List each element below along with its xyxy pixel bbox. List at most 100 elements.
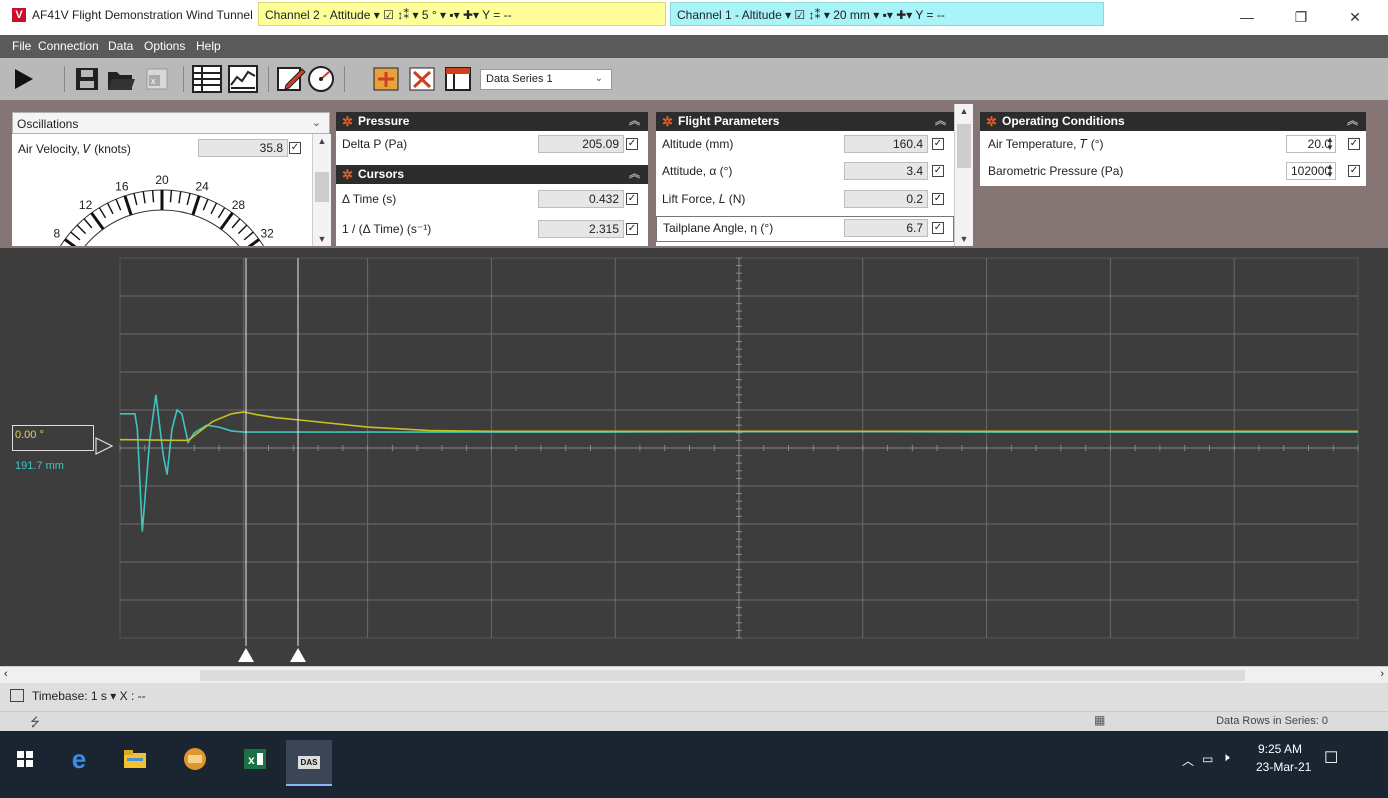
- menu-file[interactable]: File: [12, 39, 31, 53]
- gauge-tick-label: 8: [53, 227, 60, 241]
- chart-view-icon[interactable]: [228, 64, 258, 94]
- scroll-right-icon[interactable]: ›: [1380, 668, 1384, 680]
- tailplane-angle-label: Tailplane Angle, η (°): [663, 221, 774, 235]
- scroll-up-icon[interactable]: ▲: [955, 106, 973, 116]
- pressure-header[interactable]: ✲ Pressure ︽: [336, 112, 648, 131]
- scroll-up-icon[interactable]: ▲: [313, 136, 331, 146]
- svg-text:x: x: [248, 753, 255, 767]
- scroll-down-icon[interactable]: ▼: [955, 234, 973, 244]
- scroll-down-icon[interactable]: ▼: [313, 234, 331, 244]
- add-cursor-icon[interactable]: [372, 64, 402, 94]
- gauge-tick: [70, 231, 81, 241]
- windows-start-icon[interactable]: [10, 744, 40, 774]
- barometric-pressure-checkbox[interactable]: ✓: [1348, 165, 1360, 177]
- data-series-select-value: Data Series 1: [486, 73, 553, 85]
- calculator-icon[interactable]: ▦: [1094, 713, 1105, 727]
- channel-bar: [0, 683, 1388, 711]
- cursor-readout-attitude: 0.00 °: [15, 429, 44, 441]
- menu-connection[interactable]: Connection: [38, 39, 99, 53]
- collapse-icon[interactable]: ︽: [1347, 112, 1358, 131]
- channel-1-control[interactable]: Channel 1 - Altitude ▾ ☑ ↕⁑ ▾ 20 mm ▾ ▪▾…: [670, 2, 1104, 26]
- inverse-time-checkbox[interactable]: ✓: [626, 223, 638, 235]
- play-icon[interactable]: [8, 64, 38, 94]
- edit-chart-icon[interactable]: [276, 64, 306, 94]
- spinner-icon[interactable]: ▲ ▼: [1326, 163, 1334, 179]
- file-explorer-icon[interactable]: [120, 744, 150, 774]
- gear-icon: ✲: [342, 167, 353, 182]
- scroll-thumb[interactable]: [315, 172, 329, 202]
- spinner-icon[interactable]: ▲ ▼: [1326, 136, 1334, 152]
- gauge-tick: [123, 195, 133, 216]
- gauge-tick: [237, 224, 248, 235]
- cursors-header[interactable]: ✲ Cursors ︽: [336, 165, 648, 184]
- flight-panel-scrollbar[interactable]: ▲ ▼: [954, 104, 973, 246]
- tailplane-angle-checkbox[interactable]: ✓: [932, 222, 944, 234]
- tailplane-angle-row[interactable]: Tailplane Angle, η (°) 6.7 ✓: [656, 216, 954, 242]
- das-app-icon[interactable]: DAS: [286, 740, 332, 786]
- attitude-checkbox[interactable]: ✓: [932, 165, 944, 177]
- delta-p-label: Delta P (Pa): [342, 137, 408, 151]
- altitude-row: Altitude (mm) 160.4 ✓: [656, 133, 954, 155]
- window-icon: [10, 689, 24, 702]
- save-icon[interactable]: [72, 64, 102, 94]
- scroll-thumb[interactable]: [200, 670, 1245, 681]
- air-temperature-checkbox[interactable]: ✓: [1348, 138, 1360, 150]
- delta-time-checkbox[interactable]: ✓: [626, 193, 638, 205]
- speaker-mute-icon[interactable]: 🕨: [1222, 750, 1230, 765]
- delta-time-row: Δ Time (s) 0.432 ✓: [336, 188, 648, 210]
- mode-select[interactable]: Oscillations ⌄: [12, 112, 330, 134]
- delta-p-checkbox[interactable]: ✓: [626, 138, 638, 150]
- gauge-tick: [247, 238, 260, 246]
- timebase-text: Timebase: 1 s ▾ X : --: [32, 689, 146, 703]
- operating-conditions-title: Operating Conditions: [1002, 114, 1125, 128]
- menu-help[interactable]: Help: [196, 39, 221, 53]
- menu-data[interactable]: Data: [108, 39, 133, 53]
- app-badge-icon[interactable]: [180, 744, 210, 774]
- restore-button[interactable]: ❐: [1278, 4, 1324, 30]
- table-view-icon[interactable]: [192, 64, 222, 94]
- attitude-value: 3.4: [844, 162, 928, 180]
- timebase-control[interactable]: Timebase: 1 s ▾ X : --: [10, 689, 146, 703]
- minimize-button[interactable]: —: [1224, 4, 1270, 30]
- horizontal-scrollbar[interactable]: ‹ ›: [0, 666, 1388, 684]
- air-velocity-checkbox[interactable]: ✓: [289, 142, 301, 154]
- series-table-icon[interactable]: [444, 64, 474, 94]
- clock-time[interactable]: 9:25 AM: [1258, 742, 1302, 756]
- gauge-tick: [90, 212, 105, 230]
- excel-icon[interactable]: x: [240, 744, 270, 774]
- attitude-label: Attitude, α (°): [662, 164, 733, 178]
- lift-force-value: 0.2: [844, 190, 928, 208]
- air-velocity-value: 35.8: [198, 139, 288, 157]
- battery-icon[interactable]: ▭: [1202, 752, 1213, 766]
- data-series-select[interactable]: Data Series 1 ⌄: [480, 69, 612, 90]
- altitude-checkbox[interactable]: ✓: [932, 138, 944, 150]
- operating-conditions-header[interactable]: ✲ Operating Conditions ︽: [980, 112, 1366, 131]
- close-button[interactable]: ✕: [1332, 4, 1378, 30]
- notification-icon[interactable]: ☐: [1324, 748, 1338, 768]
- collapse-icon[interactable]: ︽: [935, 112, 946, 131]
- gauge-tick: [98, 207, 107, 219]
- collapse-icon[interactable]: ︽: [629, 165, 640, 184]
- remove-cursor-icon[interactable]: [408, 64, 438, 94]
- app-logo-icon: V: [12, 8, 26, 22]
- gauge-tick: [178, 191, 182, 204]
- gauge-tick: [83, 218, 93, 229]
- collapse-icon[interactable]: ︽: [629, 112, 640, 131]
- scroll-thumb[interactable]: [957, 124, 971, 168]
- gauge-tick: [219, 212, 234, 230]
- plot-canvas[interactable]: [0, 248, 1388, 666]
- channel-2-control[interactable]: Channel 2 - Attitude ▾ ☑ ↕⁑ ▾ 5 ° ▾ ▪▾ ✚…: [258, 2, 666, 26]
- scroll-left-icon[interactable]: ‹: [4, 668, 8, 680]
- gauge-icon[interactable]: [306, 64, 336, 94]
- export-excel-icon[interactable]: x: [142, 64, 172, 94]
- oscilloscope-plot[interactable]: [0, 248, 1388, 666]
- chevron-up-icon[interactable]: ︿: [1182, 752, 1194, 769]
- lift-force-checkbox[interactable]: ✓: [932, 193, 944, 205]
- edge-browser-icon[interactable]: e: [64, 744, 94, 774]
- menu-options[interactable]: Options: [144, 39, 185, 53]
- open-folder-icon[interactable]: [106, 64, 136, 94]
- gauge-panel-scrollbar[interactable]: ▲ ▼: [312, 134, 331, 246]
- inverse-time-value: 2.315: [538, 220, 624, 238]
- clock-date[interactable]: 23-Mar-21: [1256, 760, 1311, 774]
- flight-parameters-header[interactable]: ✲ Flight Parameters ︽: [656, 112, 954, 131]
